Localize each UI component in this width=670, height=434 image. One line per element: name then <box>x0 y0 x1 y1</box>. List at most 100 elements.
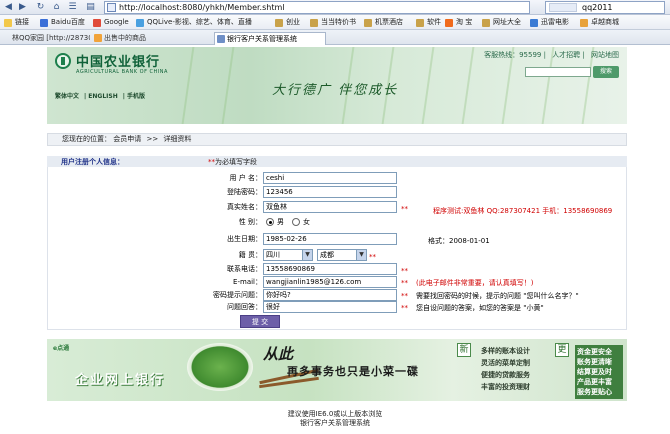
folder-icon <box>364 19 372 27</box>
bank-name: 中国农业银行 <box>76 55 161 70</box>
google-icon <box>93 19 101 27</box>
breadcrumb-item: 详细资料 <box>163 135 192 143</box>
browser-search-input[interactable]: qq2011 <box>545 1 665 14</box>
address-url: http://localhost:8080/yhkh/Member.shtml <box>119 3 285 12</box>
feature-grid: 资金更安全 账务更清晰 结算更及时 产品更丰富 服务更贴心 <box>575 345 623 399</box>
required-star: ** <box>401 205 408 213</box>
page-icon <box>107 3 116 12</box>
favorite-link[interactable]: 卓越商城 <box>580 17 619 28</box>
answer-note: 您自设问题的答案，如您的答案是 "小黄" <box>416 304 544 312</box>
gender-male-radio[interactable] <box>266 218 274 226</box>
favorite-link[interactable]: 当当特价书 <box>310 17 356 28</box>
favorite-link[interactable]: 迅雷电影 <box>530 17 569 28</box>
submit-button[interactable]: 提 交 <box>240 315 280 328</box>
tab-qq-home[interactable]: 林QQ家园 [http://28730... <box>0 32 90 45</box>
mobile-link[interactable]: 手机版 <box>127 93 145 100</box>
favorite-link[interactable]: QQLive-影视、综艺、体育、直播 <box>136 17 252 28</box>
wheat-decoration <box>221 47 235 124</box>
gender-label: 性 别： <box>238 218 262 226</box>
favorite-link[interactable]: 创业 <box>275 17 300 28</box>
birthday-label: 出生日期： <box>227 235 262 243</box>
chevron-down-icon: ▼ <box>356 250 366 260</box>
page-menu-icon[interactable]: ▤ <box>84 1 97 14</box>
form-row-phone: 联系电话： 13558690869 ** <box>47 263 627 277</box>
banner-logo: e点通 <box>53 345 70 352</box>
home-icon[interactable]: ⌂ <box>50 1 63 14</box>
answer-input[interactable]: 很好 <box>263 301 397 313</box>
realname-input[interactable]: 双鱼林 <box>263 201 397 213</box>
back-icon[interactable]: ◀ <box>2 1 15 14</box>
browser-search-value: qq2011 <box>582 3 613 12</box>
feature-item: 便捷的贷款服务 <box>481 371 530 379</box>
language-links: 繁体中文 | ENGLISH | 手机版 <box>55 93 146 100</box>
wheat-decoration <box>421 47 435 124</box>
browser-toolbar: ◀ ▶ ↻ ⌂ ☰ ▤ http://localhost:8080/yhkh/M… <box>0 0 670 15</box>
phone-input[interactable]: 13558690869 <box>263 263 397 275</box>
search-engine-icon[interactable] <box>549 3 577 12</box>
question-input[interactable]: 你好吗? <box>263 289 397 301</box>
required-hint: **为必填写字段 <box>208 158 257 166</box>
form-row-native: 籍 贯： 四川 ▼ 成都 ▼ ** <box>47 249 627 263</box>
tab-products[interactable]: 出售中的商品 <box>92 32 202 45</box>
browser-recommendation: 建议使用IE6.0或以上版本浏览 <box>287 410 383 418</box>
required-star: ** <box>401 304 408 312</box>
answer-label: 问题回答： <box>227 303 262 311</box>
birthday-input[interactable]: 1985-02-26 <box>263 233 397 245</box>
city-select[interactable]: 成都 ▼ <box>317 249 367 261</box>
favorite-link[interactable]: 机票酒店 <box>364 17 403 28</box>
password-input[interactable]: 123456 <box>263 186 397 198</box>
page-icon <box>94 34 102 42</box>
baidu-icon <box>40 19 48 27</box>
tab-bank-crm[interactable]: 银行客户关系管理系统 <box>214 32 326 45</box>
favorite-link[interactable]: 链接 <box>4 17 29 28</box>
tab-strip: 林QQ家园 [http://28730... 出售中的商品 银行客户关系管理系统 <box>0 30 670 45</box>
favorite-link[interactable]: Baidu百度 <box>40 17 85 28</box>
folder-icon <box>416 19 424 27</box>
site-search-button[interactable]: 搜索 <box>593 66 619 78</box>
province-select[interactable]: 四川 ▼ <box>263 249 313 261</box>
password-label: 登陆密码： <box>227 188 262 196</box>
feature-item: 灵活的菜单定制 <box>481 359 530 367</box>
abc-logo-icon[interactable] <box>55 53 71 69</box>
favorite-link[interactable]: 网址大全 <box>482 17 521 28</box>
site-search-input[interactable] <box>525 67 591 77</box>
gender-male-label: 男 <box>277 218 284 226</box>
username-label: 用 户 名： <box>229 174 262 182</box>
email-note: (此电子邮件非常重要，请认真填写！) <box>416 279 534 287</box>
section-title: 用户注册个人信息： <box>61 158 124 166</box>
english-link[interactable]: ENGLISH <box>88 93 117 100</box>
taobao-icon <box>445 19 453 27</box>
favorite-link[interactable]: 淘 宝 <box>445 17 472 28</box>
form-row-gender: 性 别： 男 女 <box>47 216 627 230</box>
form-row-username: 用 户 名： ceshi <box>47 172 627 186</box>
star-icon <box>4 19 12 27</box>
system-name: 银行客户关系管理系统 <box>300 419 370 427</box>
form-row-realname: 真实姓名： 双鱼林 ** 程序测试:双鱼林 QQ:287307421 手机：13… <box>47 201 627 215</box>
banner-title: 企业网上银行 <box>75 373 166 388</box>
favorite-link[interactable]: 软件 <box>416 17 441 28</box>
feature-item: 多样的账本设计 <box>481 347 530 355</box>
folder-icon <box>482 19 490 27</box>
folder-icon <box>310 19 318 27</box>
hotline-link[interactable]: 客服热线：95599 <box>484 51 541 59</box>
wheat-decoration <box>181 47 195 124</box>
email-input[interactable]: wangjianlin1985@126.com <box>263 276 397 288</box>
careers-link[interactable]: 人才招聘 <box>552 51 580 59</box>
favorite-link[interactable]: Google <box>93 17 129 28</box>
forward-icon[interactable]: ▶ <box>16 1 29 14</box>
username-input[interactable]: ceshi <box>263 172 397 184</box>
enterprise-banking-banner[interactable]: e点通 企业网上银行 从此 再多事务也只是小菜一碟 新 多样的账本设计 灵活的菜… <box>47 339 627 401</box>
slogan: 大行德广 伴您成长 <box>272 83 399 98</box>
sitemap-link[interactable]: 网站地图 <box>591 51 619 59</box>
gender-female-radio[interactable] <box>292 218 300 226</box>
traditional-chinese-link[interactable]: 繁体中文 <box>55 93 79 100</box>
required-star: ** <box>369 253 376 261</box>
breadcrumb-prefix: 您现在的位置： <box>62 135 111 143</box>
vegetable-plate-image <box>187 343 253 391</box>
refresh-icon[interactable]: ↻ <box>34 1 47 14</box>
form-row-password: 登陆密码： 123456 <box>47 186 627 200</box>
history-icon[interactable]: ☰ <box>66 1 79 14</box>
question-label: 密码提示问题： <box>213 291 262 299</box>
address-bar[interactable]: http://localhost:8080/yhkh/Member.shtml <box>104 1 530 14</box>
breadcrumb-item[interactable]: 会员申请 <box>113 135 141 143</box>
